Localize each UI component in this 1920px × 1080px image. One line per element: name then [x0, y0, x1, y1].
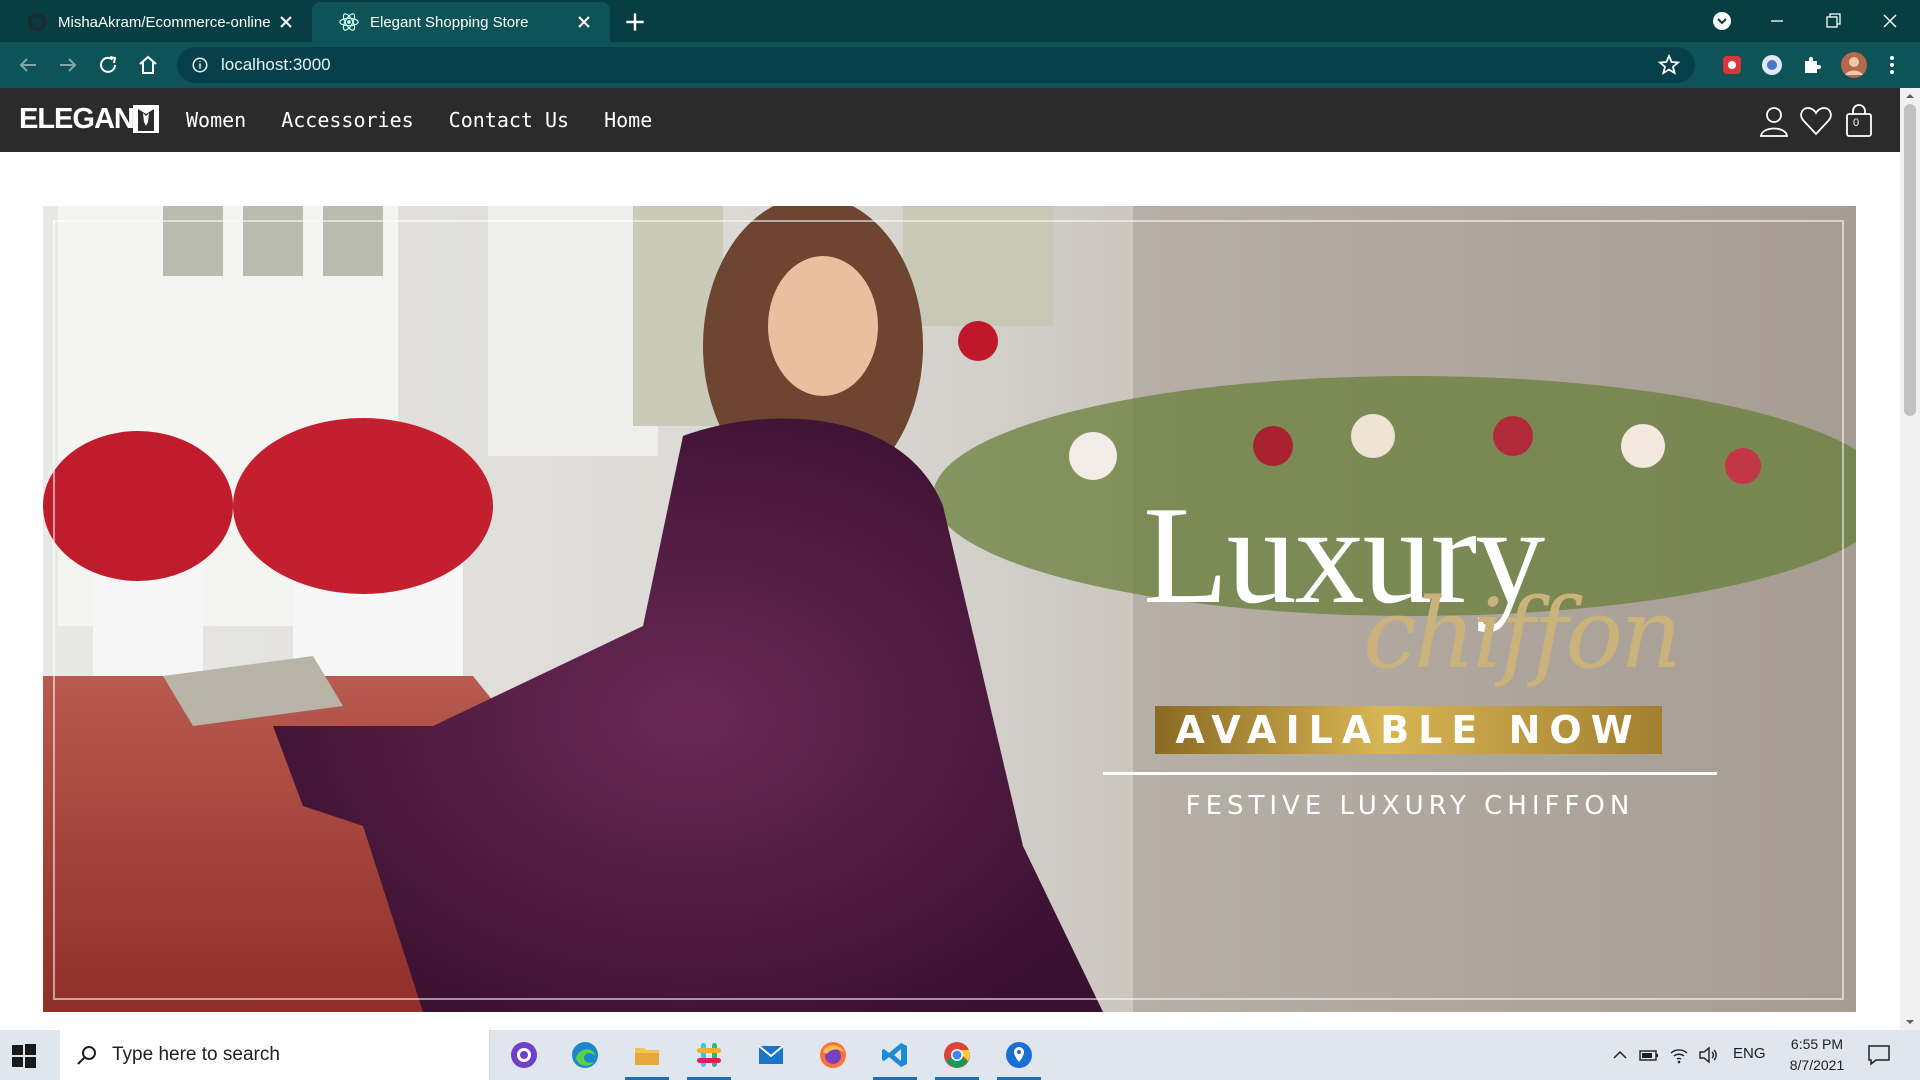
bookmark-star-icon[interactable] [1657, 53, 1681, 77]
logo-shirt-icon [132, 105, 159, 133]
close-window-icon[interactable] [1875, 6, 1905, 36]
notifications-icon[interactable] [1866, 1042, 1892, 1068]
taskbar: Type here to search ENG 6:55 PM 8/7/2021 [0, 1030, 1920, 1080]
edge-icon [572, 1042, 598, 1068]
slack-icon [697, 1043, 721, 1067]
main-menu: Women Accessories Contact Us Home [186, 88, 687, 152]
taskbar-firefox[interactable] [808, 1030, 858, 1080]
hero-banner[interactable]: Luxury chiffon AVAILABLE NOW FESTIVE LUX… [43, 206, 1856, 1012]
taskbar-vscode[interactable] [870, 1030, 920, 1080]
taskbar-maps[interactable] [994, 1030, 1044, 1080]
logo-text: ELEGAN [19, 102, 135, 135]
search-placeholder: Type here to search [112, 1044, 280, 1065]
hero-divider [1103, 772, 1717, 775]
user-account-icon[interactable] [1757, 104, 1791, 138]
github-icon [511, 1042, 537, 1068]
restore-icon[interactable] [1818, 6, 1848, 36]
browser-menu-icon[interactable] [1880, 53, 1904, 77]
tab-github[interactable]: MishaAkram/Ecommerce-online [0, 2, 312, 42]
forward-icon[interactable] [56, 53, 80, 77]
mail-icon [758, 1045, 784, 1064]
wifi-icon[interactable] [1668, 1044, 1690, 1066]
clock-date: 8/7/2021 [1789, 1057, 1845, 1073]
tab-title: MishaAkram/Ecommerce-online [58, 13, 271, 31]
firefox-icon [820, 1042, 846, 1068]
nav-home[interactable]: Home [604, 108, 652, 132]
back-icon[interactable] [16, 53, 40, 77]
profile-avatar[interactable] [1840, 51, 1868, 79]
scroll-down-icon[interactable] [1905, 1017, 1915, 1027]
search-icon [77, 1046, 96, 1065]
browser-toolbar: localhost:3000 [0, 42, 1920, 88]
page-scrollbar[interactable] [1900, 88, 1920, 1030]
hero-subtitle: FESTIVE LUXURY CHIFFON [1185, 791, 1635, 821]
chrome-icon [944, 1042, 970, 1068]
tab-elegant-store[interactable]: Elegant Shopping Store [312, 2, 610, 42]
nav-contact-us[interactable]: Contact Us [449, 108, 569, 132]
taskbar-clock[interactable]: 6:55 PM 8/7/2021 [1772, 1034, 1862, 1076]
clock-time: 6:55 PM [1790, 1036, 1844, 1052]
windows-start-icon[interactable] [10, 1042, 38, 1070]
input-language[interactable]: ENG [1733, 1045, 1766, 1062]
taskbar-slack[interactable] [684, 1030, 734, 1080]
maps-pin-icon [1006, 1042, 1032, 1068]
url-text: localhost:3000 [221, 55, 331, 74]
cart-count: 0 [1853, 117, 1860, 129]
site-info-icon[interactable] [191, 56, 209, 74]
scroll-up-icon[interactable] [1905, 91, 1915, 101]
hero-script-title: chiffon [1363, 578, 1682, 690]
taskbar-search[interactable]: Type here to search [60, 1030, 490, 1080]
badge-text: AVAILABLE NOW [1175, 708, 1642, 752]
address-bar[interactable]: localhost:3000 [177, 47, 1695, 83]
extension-red-icon[interactable] [1720, 53, 1744, 77]
site-logo[interactable]: ELEGAN [19, 102, 160, 136]
nav-accessories[interactable]: Accessories [281, 108, 413, 132]
reload-icon[interactable] [96, 53, 120, 77]
volume-icon[interactable] [1697, 1044, 1719, 1066]
show-hidden-icons-icon[interactable] [1609, 1044, 1631, 1066]
close-tab-icon[interactable] [274, 10, 298, 34]
scroll-thumb[interactable] [1904, 104, 1916, 416]
taskbar-edge[interactable] [560, 1030, 610, 1080]
extension-circle-icon[interactable] [1760, 53, 1784, 77]
taskbar-chrome[interactable] [932, 1030, 982, 1080]
taskbar-mail[interactable] [746, 1030, 796, 1080]
nav-women[interactable]: Women [186, 108, 246, 132]
vscode-icon [882, 1043, 907, 1067]
taskbar-github-desktop[interactable] [499, 1030, 549, 1080]
github-favicon-icon [27, 12, 47, 32]
wishlist-heart-icon[interactable] [1799, 104, 1833, 138]
available-now-badge: AVAILABLE NOW [1155, 706, 1662, 754]
react-favicon-icon [339, 13, 359, 31]
extensions-puzzle-icon[interactable] [1800, 53, 1824, 77]
site-header: ELEGAN Women Accessories Contact Us Home… [0, 88, 1900, 152]
minimize-icon[interactable] [1762, 6, 1792, 36]
cart-button[interactable]: 0 [1842, 104, 1876, 138]
new-tab-icon[interactable] [622, 9, 648, 35]
tab-search-icon[interactable] [1707, 6, 1737, 36]
taskbar-file-explorer[interactable] [622, 1030, 672, 1080]
tab-title: Elegant Shopping Store [370, 13, 529, 31]
battery-icon[interactable] [1638, 1044, 1660, 1066]
home-icon[interactable] [136, 53, 160, 77]
browser-tab-strip: MishaAkram/Ecommerce-online Elegant Shop… [0, 0, 1920, 42]
close-tab-icon[interactable] [572, 10, 596, 34]
folder-icon [635, 1048, 659, 1065]
